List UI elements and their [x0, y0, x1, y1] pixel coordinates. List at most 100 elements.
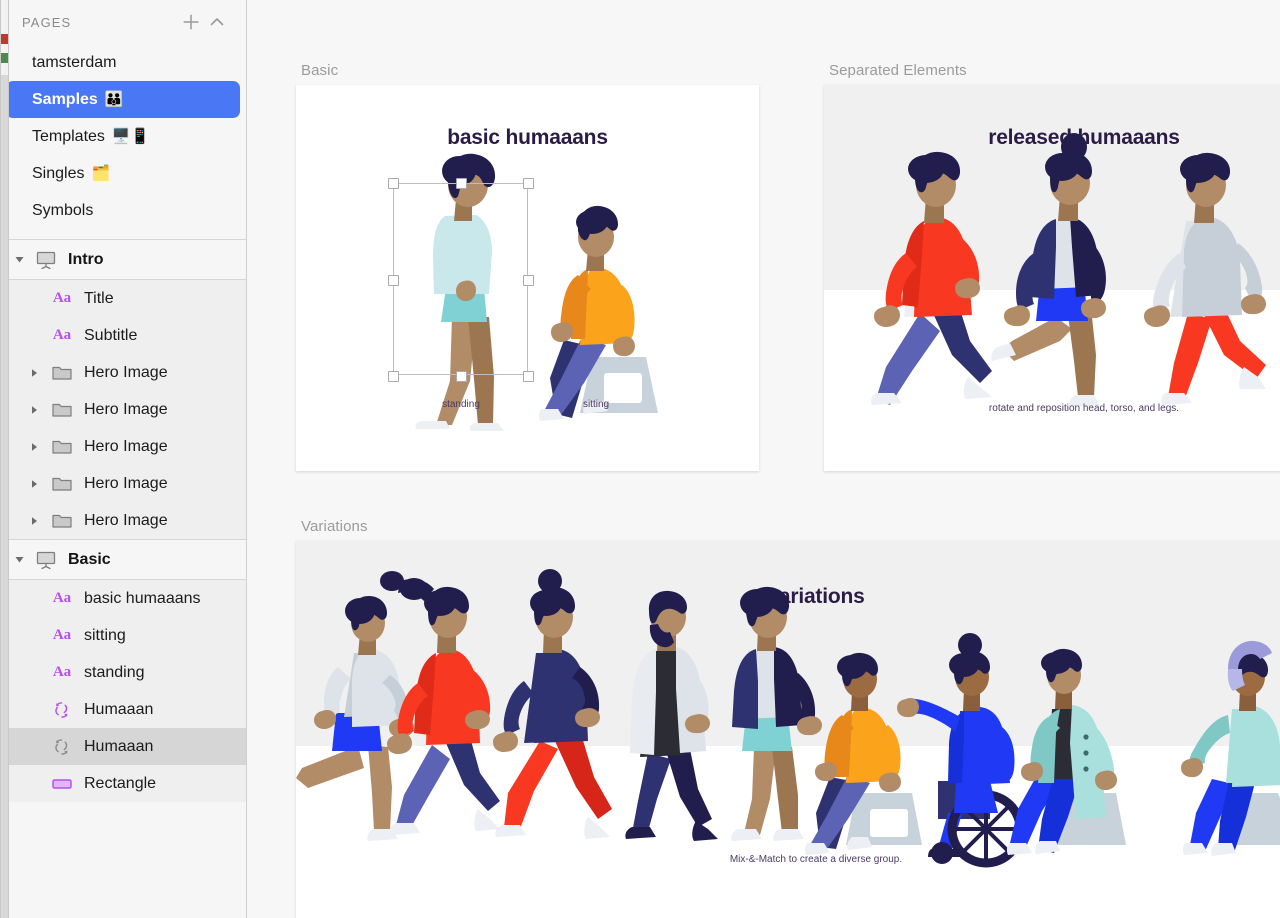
figure-caption-sitting: sitting — [582, 399, 610, 410]
triangle-right-icon[interactable] — [28, 405, 40, 415]
page-label: Singles — [32, 164, 85, 182]
plus-icon[interactable] — [178, 9, 204, 35]
page-emoji: 🗂️ — [91, 165, 111, 182]
figure-walk-navy — [991, 133, 1106, 407]
pages-list: tamsterdam Samples 👪 Templates 🖥️📱 Singl… — [0, 44, 246, 239]
artboard-basic[interactable]: basic humaaans standing sitting — [296, 85, 759, 471]
figure-var-1 — [296, 596, 414, 841]
triangle-down-icon[interactable] — [14, 254, 26, 265]
layer-label: basic humaaans — [84, 589, 201, 607]
triangle-right-icon[interactable] — [28, 368, 40, 378]
artboard-caption: rotate and reposition head, torso, and l… — [988, 403, 1180, 414]
folder-icon — [50, 438, 74, 456]
rectangle-icon — [50, 777, 74, 791]
selection-handle-middle-right[interactable] — [523, 275, 534, 286]
layer-label: Hero Image — [84, 437, 168, 455]
layer-row-hero-image[interactable]: Hero Image — [0, 354, 246, 391]
artboard-variations[interactable]: variations Mix-&-Match to create a diver… — [296, 541, 1280, 918]
symbol-instance-icon — [50, 738, 74, 756]
figure-var-5 — [731, 586, 822, 841]
layer-label: Hero Image — [84, 400, 168, 418]
pages-header: PAGES — [0, 0, 246, 44]
page-label: Samples — [32, 90, 98, 108]
page-label: Symbols — [32, 201, 94, 219]
selection-handle-middle-left[interactable] — [388, 275, 399, 286]
selection-handle-bottom-left[interactable] — [388, 371, 399, 382]
artboard-label-variations[interactable]: Variations — [301, 518, 368, 535]
page-row-tamsterdam[interactable]: tamsterdam — [6, 44, 240, 81]
layer-label: Hero Image — [84, 511, 168, 529]
layers-sidebar: PAGES tamsterdam Samples 👪 Templates 🖥️📱 — [0, 0, 247, 918]
layer-label: sitting — [84, 626, 126, 644]
selection-handle-top-right[interactable] — [523, 178, 534, 189]
design-canvas[interactable]: Basic basic humaaans standing sitting Se… — [247, 0, 1280, 918]
figure-sitting — [538, 205, 658, 421]
layer-row-hero-image[interactable]: Hero Image — [0, 502, 246, 539]
text-icon: Aa — [52, 327, 72, 343]
selection-handle-bottom-right[interactable] — [523, 371, 534, 382]
folder-icon — [50, 364, 74, 382]
page-row-templates[interactable]: Templates 🖥️📱 — [6, 118, 240, 155]
page-row-symbols[interactable]: Symbols — [6, 192, 240, 229]
artboard-separated-elements[interactable]: released humaaans rotate and reposition … — [824, 85, 1280, 471]
figure-var-9 — [1181, 640, 1280, 856]
layer-row-standing[interactable]: Aa standing — [0, 654, 246, 691]
selection-handle-top-left[interactable] — [388, 178, 399, 189]
triangle-down-icon[interactable] — [14, 554, 26, 565]
chevron-up-icon[interactable] — [204, 9, 230, 35]
layer-label: Hero Image — [84, 474, 168, 492]
layer-row-hero-image[interactable]: Hero Image — [0, 428, 246, 465]
text-icon: Aa — [52, 290, 72, 306]
window-edge-sliver — [0, 0, 9, 918]
text-icon: Aa — [52, 627, 72, 643]
triangle-right-icon[interactable] — [28, 516, 40, 526]
layer-row-rectangle[interactable]: Rectangle — [0, 765, 246, 802]
layer-row-subtitle[interactable]: Aa Subtitle — [0, 317, 246, 354]
layer-row-sitting[interactable]: Aa sitting — [0, 617, 246, 654]
figure-var-3 — [493, 569, 612, 839]
layer-row-hero-image[interactable]: Hero Image — [0, 391, 246, 428]
artboard-label-separated-elements[interactable]: Separated Elements — [829, 62, 967, 79]
folder-icon — [50, 401, 74, 419]
page-label: tamsterdam — [32, 53, 117, 71]
selection-handle-bottom-center[interactable] — [456, 371, 467, 382]
figure-caption-standing: standing — [442, 399, 480, 410]
page-label: Templates — [32, 127, 105, 145]
layer-row-humaaan-selected[interactable]: Humaaan — [0, 728, 246, 765]
page-emoji: 👪 — [104, 91, 124, 108]
layer-row-humaaan[interactable]: Humaaan — [0, 691, 246, 728]
figure-walk-gray — [1144, 152, 1266, 405]
symbol-instance-icon — [50, 701, 74, 719]
triangle-right-icon[interactable] — [28, 479, 40, 489]
artboard-icon — [34, 550, 58, 570]
pages-title: PAGES — [22, 14, 72, 30]
figure-var-4 — [625, 590, 718, 841]
layer-row-basic-humaaans[interactable]: Aa basic humaaans — [0, 580, 246, 617]
layer-group-name: Intro — [68, 250, 104, 268]
selection-frame[interactable] — [388, 178, 534, 382]
artboard-icon — [34, 250, 58, 270]
text-icon: Aa — [52, 590, 72, 606]
figure-var-8 — [1006, 648, 1126, 855]
layer-label: Humaaan — [84, 700, 154, 718]
triangle-right-icon[interactable] — [28, 442, 40, 452]
selection-handle-top-center[interactable] — [456, 178, 467, 189]
page-row-samples[interactable]: Samples 👪 — [6, 81, 240, 118]
layer-group-intro[interactable]: Intro — [0, 239, 246, 280]
layer-label: Rectangle — [84, 774, 157, 792]
layer-tree: Intro Aa Title Aa Subtitle Hero Image He… — [0, 239, 246, 918]
folder-icon — [50, 512, 74, 530]
layer-group-basic[interactable]: Basic — [0, 539, 246, 580]
artboard-caption: Mix-&-Match to create a diverse group. — [729, 854, 903, 865]
page-row-singles[interactable]: Singles 🗂️ — [6, 155, 240, 192]
figure-walk-red — [871, 151, 992, 405]
layer-label: standing — [84, 663, 145, 681]
layer-row-hero-image[interactable]: Hero Image — [0, 465, 246, 502]
layer-label: Title — [84, 289, 114, 307]
artboard-label-basic[interactable]: Basic — [301, 62, 338, 79]
layer-label: Humaaan — [84, 737, 154, 755]
figure-var-6 — [804, 652, 922, 855]
layer-row-title[interactable]: Aa Title — [0, 280, 246, 317]
page-emoji: 🖥️📱 — [111, 128, 150, 145]
layer-label: Subtitle — [84, 326, 138, 344]
